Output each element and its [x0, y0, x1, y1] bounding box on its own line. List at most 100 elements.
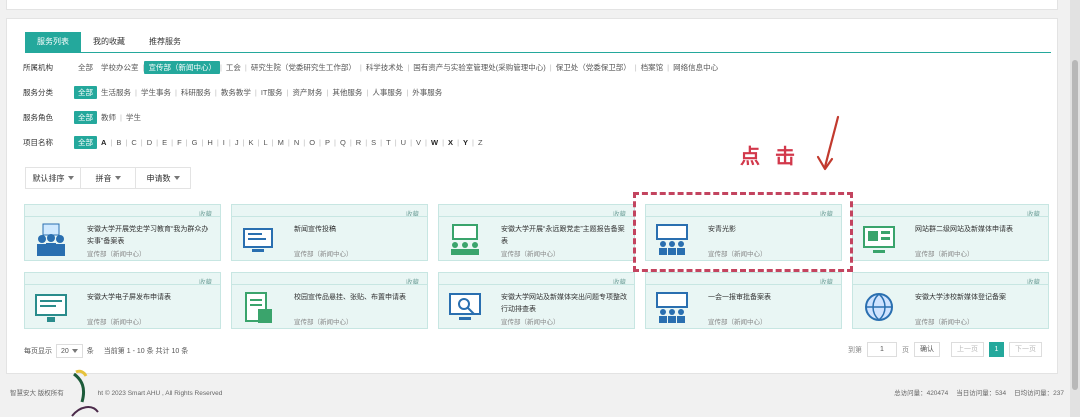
arrow-down-icon	[816, 115, 840, 171]
filter-option[interactable]: 生活服务	[97, 87, 135, 98]
filter-option[interactable]: H	[203, 138, 216, 147]
filter-option[interactable]: C	[127, 138, 140, 147]
top-bar	[6, 0, 1058, 10]
goto-page-input[interactable]: 1	[867, 342, 897, 357]
filter-option[interactable]: 科研服务	[177, 87, 215, 98]
card-divider	[232, 216, 427, 217]
filter-option[interactable]: IT服务	[257, 87, 287, 98]
service-title: 一会一报审批备案表	[708, 294, 771, 301]
presentation-icon	[656, 292, 688, 323]
card-divider	[646, 284, 841, 285]
filter-option[interactable]: P	[321, 138, 334, 147]
service-card[interactable]: 收藏 安徽大学开展“永远跟党走”主题报告备案表 宣传部（新闻中心）	[438, 204, 635, 261]
filter-option[interactable]: 档案馆	[637, 62, 668, 73]
prev-page-button[interactable]: 上一页	[951, 342, 984, 357]
sort-button-0[interactable]: 默认排序	[26, 168, 81, 188]
filter-label: 所属机构	[23, 62, 53, 72]
filter-name: 项目名称 全部 A | B | C | D | E | F | G | H | I | J | K | L | M | N | O | P | Q |…	[23, 135, 487, 149]
page-size-control: 每页显示 20 条 当前第 1 - 10 条 共计 10 条	[24, 344, 188, 358]
highlight-box	[633, 192, 853, 272]
service-title: 安徽大学开展“永远跟党走”主题报告备案表	[501, 226, 625, 245]
filter-option[interactable]: U	[397, 138, 410, 147]
service-title: 安徽大学涉校新媒体登记备案	[915, 294, 1006, 301]
filter-option[interactable]: Z	[474, 138, 487, 147]
filter-option[interactable]: 其他服务	[328, 87, 366, 98]
service-department: 宣传部（新闻中心）	[708, 319, 767, 326]
sort-button-1[interactable]: 拼音	[81, 168, 136, 188]
footer-stats: 总访问量：420474 当日访问量：534 日均访问量：237	[894, 387, 1064, 397]
service-card[interactable]: 收藏 安徽大学电子屏发布申请表 宣传部（新闻中心）	[24, 272, 221, 329]
filter-label: 服务分类	[23, 87, 53, 97]
goto-confirm-button[interactable]: 确认	[914, 342, 940, 357]
filter-option[interactable]: T	[382, 138, 395, 147]
service-card[interactable]: 收藏 网站群二级网站及新媒体申请表 宣传部（新闻中心）	[852, 204, 1049, 261]
filter-option[interactable]: 学生	[122, 112, 145, 123]
filter-option[interactable]: X	[444, 138, 457, 147]
filter-option[interactable]: 全部	[74, 135, 97, 149]
next-page-button[interactable]: 下一页	[1009, 342, 1042, 357]
filter-option[interactable]: Q	[336, 138, 350, 147]
chevron-down-icon	[173, 176, 180, 180]
tab-1[interactable]: 我的收藏	[81, 32, 137, 52]
filter-option[interactable]: 教务教学	[217, 87, 255, 98]
page-scrollbar[interactable]	[1070, 0, 1080, 417]
filter-option[interactable]: 全部	[74, 85, 97, 99]
filter-option[interactable]: M	[274, 138, 288, 147]
filter-option[interactable]: 工会	[222, 62, 245, 73]
service-title: 网站群二级网站及新媒体申请表	[915, 226, 1013, 233]
filter-option[interactable]: 教师	[97, 112, 120, 123]
filter-option[interactable]: V	[412, 138, 425, 147]
filter-option[interactable]: F	[173, 138, 186, 147]
filter-label: 服务角色	[23, 112, 53, 122]
filter-label: 项目名称	[23, 137, 53, 147]
per-page-select[interactable]: 20	[56, 344, 83, 358]
filter-option[interactable]: I	[219, 138, 229, 147]
service-card[interactable]: 收藏 一会一报审批备案表 宣传部（新闻中心）	[645, 272, 842, 329]
filter-option[interactable]: 网络信息中心	[669, 62, 722, 73]
filter-option[interactable]: 科学技术处	[362, 62, 408, 73]
service-department: 宣传部（新闻中心）	[294, 251, 353, 258]
filter-option[interactable]: K	[245, 138, 258, 147]
filter-option[interactable]: S	[367, 138, 380, 147]
service-card[interactable]: 收藏 新闻宣传投稿 宣传部（新闻中心）	[231, 204, 428, 261]
filter-option[interactable]: J	[231, 138, 243, 147]
service-card[interactable]: 收藏 安徽大学网站及新媒体突出问题专项整改行动排查表 宣传部（新闻中心）	[438, 272, 635, 329]
tab-0[interactable]: 服务列表	[25, 32, 81, 52]
filter-option[interactable]: D	[143, 138, 156, 147]
service-card[interactable]: 收藏 校园宣传品悬挂、张贴、布置申请表 宣传部（新闻中心）	[231, 272, 428, 329]
filter-option[interactable]: L	[260, 138, 272, 147]
scrollbar-thumb[interactable]	[1072, 60, 1078, 390]
filter-option[interactable]: 全部	[74, 62, 97, 73]
filter-option[interactable]: 宣传部（新闻中心）	[144, 60, 220, 74]
filter-option[interactable]: R	[352, 138, 365, 147]
filter-option[interactable]: O	[305, 138, 319, 147]
page-number-1[interactable]: 1	[989, 342, 1004, 357]
filter-option[interactable]: Y	[459, 138, 472, 147]
card-divider	[439, 284, 634, 285]
filter-option[interactable]: A	[97, 138, 110, 147]
search-screen-icon	[449, 293, 481, 320]
filter-option[interactable]: 国有资产与实验室管理处(采购管理中心)	[409, 62, 550, 73]
sort-label: 默认排序	[32, 173, 65, 183]
service-card[interactable]: 收藏 安徽大学涉校新媒体登记备案 宣传部（新闻中心）	[852, 272, 1049, 329]
filter-option[interactable]: W	[427, 138, 442, 147]
filter-option[interactable]: 资产财务	[288, 87, 326, 98]
filter-option[interactable]: 保卫处（党委保卫部）	[552, 62, 635, 73]
tab-2[interactable]: 推荐服务	[137, 32, 193, 52]
chevron-down-icon	[114, 176, 121, 180]
filter-option[interactable]: 全部	[74, 110, 97, 124]
filter-option[interactable]: B	[112, 138, 125, 147]
filter-option[interactable]: 学生事务	[137, 87, 175, 98]
sort-button-2[interactable]: 申请数	[136, 168, 190, 188]
filter-option[interactable]: 研究生院（党委研究生工作部）	[247, 62, 360, 73]
filter-option[interactable]: 学校办公室	[97, 62, 143, 73]
filter-option[interactable]: E	[158, 138, 171, 147]
filter-option[interactable]: N	[290, 138, 303, 147]
filter-option[interactable]: 外事服务	[408, 87, 446, 98]
filter-option[interactable]: 人事服务	[368, 87, 406, 98]
filter-role: 服务角色 全部 教师 | 学生	[23, 110, 145, 124]
card-divider	[232, 284, 427, 285]
service-card[interactable]: 收藏 安徽大学开展党史学习教育“我为群众办实事”备案表 宣传部（新闻中心）	[24, 204, 221, 261]
copyright-a: 智慧安大 版权所有	[10, 390, 64, 397]
filter-option[interactable]: G	[188, 138, 202, 147]
